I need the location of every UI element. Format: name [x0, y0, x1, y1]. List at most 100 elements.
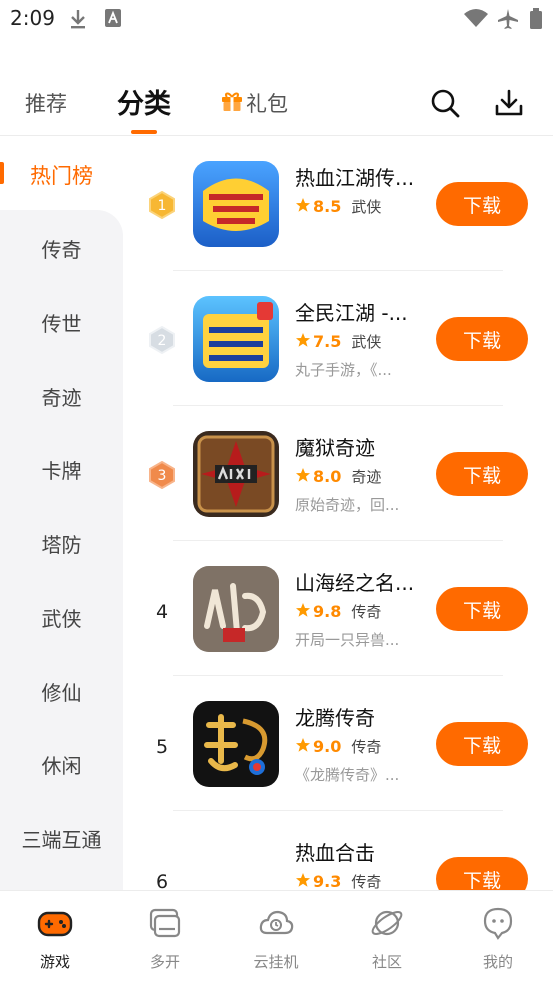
download-manager-icon[interactable] [492, 86, 526, 120]
list-item[interactable]: 2 全民江湖 -... 7.5 武侠 丸子手游，《... 下载 [123, 271, 553, 406]
app-genre: 传奇 [351, 873, 382, 890]
nav-item-community[interactable]: 社区 [332, 891, 442, 983]
app-meta: 9.3 传奇 [295, 871, 381, 890]
app-genre: 奇迹 [351, 468, 382, 486]
status-time: 2:09 [10, 6, 55, 30]
star-icon [295, 737, 311, 757]
nav-label: 游戏 [39, 953, 70, 971]
list-item[interactable]: 3 魔狱奇迹 8.0 奇迹 原始奇迹，回... 下载 [123, 406, 553, 541]
app-score: 9.0 [313, 737, 342, 756]
star-icon [295, 872, 311, 891]
sidebar-item-wuxia[interactable]: 武侠 [0, 603, 123, 632]
nav-item-multi[interactable]: 多开 [110, 891, 220, 983]
app-title: 热血合击 [295, 841, 375, 865]
svg-text:3: 3 [158, 468, 167, 484]
app-description: 丸子手游，《... [295, 361, 392, 379]
app-score: 8.0 [313, 467, 342, 486]
nav-label: 社区 [371, 953, 402, 971]
app-title: 热血江湖传... [295, 166, 415, 190]
app-description: 开局一只异兽... [295, 631, 400, 649]
multi-window-icon [147, 905, 183, 941]
app-genre: 武侠 [351, 333, 382, 351]
rank-number: 4 [155, 601, 169, 623]
tab-gift-label: 礼包 [246, 92, 288, 116]
download-button[interactable]: 下载 [436, 857, 528, 890]
rank-medal-gold: 1 [148, 191, 176, 219]
sidebar-item-xiuxian[interactable]: 修仙 [0, 677, 123, 706]
app-icon[interactable] [193, 701, 279, 787]
app-title: 龙腾传奇 [295, 706, 375, 730]
cloud-icon [258, 905, 294, 941]
download-button[interactable]: 下载 [436, 317, 528, 361]
app-score: 9.3 [313, 872, 342, 890]
sidebar-item-label: 热门榜 [30, 164, 93, 188]
app-score: 9.8 [313, 602, 342, 621]
a-icon [104, 8, 122, 32]
nav-label: 云挂机 [253, 953, 299, 971]
app-title: 魔狱奇迹 [295, 436, 375, 460]
rank-medal-bronze: 3 [148, 461, 176, 489]
nav-label: 多开 [149, 953, 180, 971]
sidebar-item-cross-platform[interactable]: 三端互通 [0, 824, 123, 853]
list-item[interactable]: 4 山海经之名... 9.8 传奇 开局一只异兽... 下载 [123, 541, 553, 676]
app-score: 7.5 [313, 332, 342, 351]
download-button[interactable]: 下载 [436, 722, 528, 766]
top-tabs: 推荐 分类 礼包 [0, 78, 553, 134]
nav-item-cloud[interactable]: 云挂机 [221, 891, 331, 983]
search-icon[interactable] [428, 86, 462, 120]
download-icon [68, 8, 88, 34]
app-icon[interactable] [193, 161, 279, 247]
star-icon [295, 197, 311, 217]
sidebar-item-chuanshi[interactable]: 传世 [0, 308, 123, 337]
sidebar-item-chuanqi[interactable]: 传奇 [0, 234, 123, 263]
svg-text:2: 2 [158, 333, 167, 349]
chat-icon [480, 905, 516, 941]
gift-icon [220, 89, 244, 118]
app-icon[interactable] [193, 431, 279, 517]
game-list: 1 热血江湖传... 8.5 武侠 下载 2 全民江湖 -... 7.5 武侠 … [123, 136, 553, 890]
app-title: 全民江湖 -... [295, 301, 408, 325]
app-meta: 8.5 武侠 [295, 196, 381, 217]
star-icon [295, 602, 311, 622]
app-meta: 9.0 传奇 [295, 736, 381, 757]
bottom-nav: 游戏 多开 云挂机 社区 我的 [0, 890, 553, 983]
list-item[interactable]: 1 热血江湖传... 8.5 武侠 下载 [123, 136, 553, 271]
app-description: 原始奇迹，回... [295, 496, 400, 514]
nav-item-mine[interactable]: 我的 [443, 891, 553, 983]
gamepad-icon [37, 905, 73, 941]
tab-category[interactable]: 分类 [117, 82, 171, 121]
sidebar-item-xiuxian-casual[interactable]: 休闲 [0, 750, 123, 779]
sidebar-item-hot[interactable]: 热门榜 [0, 136, 123, 211]
nav-item-games[interactable]: 游戏 [0, 891, 110, 983]
rank-number: 6 [155, 871, 169, 890]
tab-gift[interactable]: 礼包 [220, 88, 288, 118]
sidebar-active-marker [0, 162, 4, 184]
download-button[interactable]: 下载 [436, 182, 528, 226]
app-genre: 传奇 [351, 603, 382, 621]
tab-recommend[interactable]: 推荐 [25, 88, 67, 118]
list-item[interactable]: 6 热血合击 9.3 传奇 下载 [123, 811, 553, 890]
app-icon[interactable] [193, 296, 279, 382]
app-meta: 7.5 武侠 [295, 331, 381, 352]
airplane-icon [497, 8, 519, 34]
sidebar: 传奇 传世 奇迹 卡牌 塔防 武侠 修仙 休闲 三端互通 [0, 210, 123, 890]
list-item[interactable]: 5 龙腾传奇 9.0 传奇 《龙腾传奇》... 下载 [123, 676, 553, 811]
app-title: 山海经之名... [295, 571, 415, 595]
app-genre: 传奇 [351, 738, 382, 756]
nav-label: 我的 [482, 953, 513, 971]
svg-text:1: 1 [158, 198, 167, 214]
tab-active-indicator [131, 130, 157, 134]
download-button[interactable]: 下载 [436, 587, 528, 631]
sidebar-item-qiji[interactable]: 奇迹 [0, 382, 123, 411]
app-genre: 武侠 [351, 198, 382, 216]
app-score: 8.5 [313, 197, 342, 216]
planet-icon [369, 905, 405, 941]
app-icon[interactable] [193, 566, 279, 652]
rank-medal-silver: 2 [148, 326, 176, 354]
star-icon [295, 332, 311, 352]
status-bar: 2:09 [0, 0, 553, 38]
download-button[interactable]: 下载 [436, 452, 528, 496]
sidebar-item-kapai[interactable]: 卡牌 [0, 455, 123, 484]
sidebar-item-tafang[interactable]: 塔防 [0, 529, 123, 558]
app-meta: 8.0 奇迹 [295, 466, 381, 487]
